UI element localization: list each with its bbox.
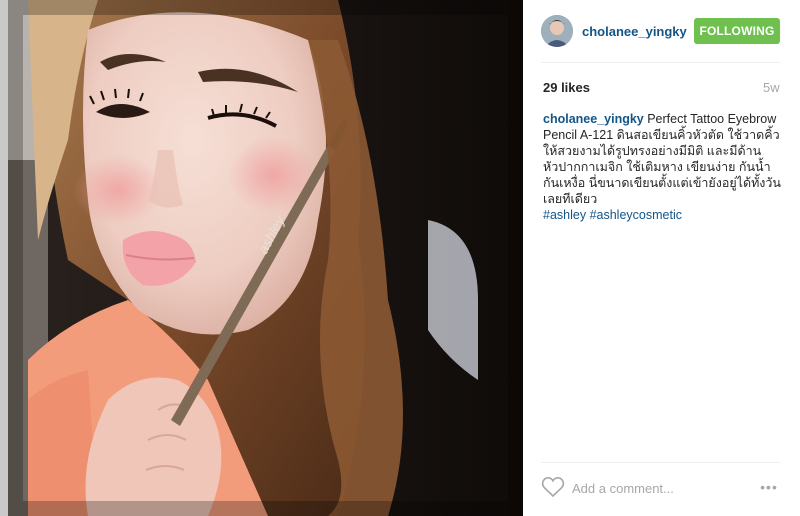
post-photo[interactable]: ashley <box>8 0 523 516</box>
post-details-panel: cholanee_yingky FOLLOWING 29 likes 5w ch… <box>523 0 800 516</box>
heart-outline-icon[interactable] <box>541 476 565 498</box>
photo-illustration: ashley <box>8 0 523 516</box>
header-divider <box>541 62 780 63</box>
avatar-image <box>541 15 573 47</box>
caption-text: Perfect Tattoo Eyebrow Pencil A-121 ดินส… <box>543 112 781 206</box>
page-edge-strip <box>0 0 8 516</box>
username-link[interactable]: cholanee_yingky <box>582 24 687 39</box>
post-caption: cholanee_yingky Perfect Tattoo Eyebrow P… <box>543 111 783 223</box>
avatar[interactable] <box>541 15 573 47</box>
comment-divider <box>541 462 780 463</box>
following-button[interactable]: FOLLOWING <box>694 18 780 44</box>
post-header: cholanee_yingky FOLLOWING <box>523 0 800 62</box>
post-age[interactable]: 5w <box>763 80 780 95</box>
caption-username-link[interactable]: cholanee_yingky <box>543 112 644 126</box>
comment-input[interactable] <box>572 479 732 497</box>
ellipsis-icon[interactable]: ••• <box>757 476 781 498</box>
hashtag-link[interactable]: #ashleycosmetic <box>590 208 682 222</box>
comment-bar: ••• <box>523 470 800 506</box>
hashtag-link[interactable]: #ashley <box>543 208 586 222</box>
likes-count[interactable]: 29 likes <box>543 80 590 95</box>
